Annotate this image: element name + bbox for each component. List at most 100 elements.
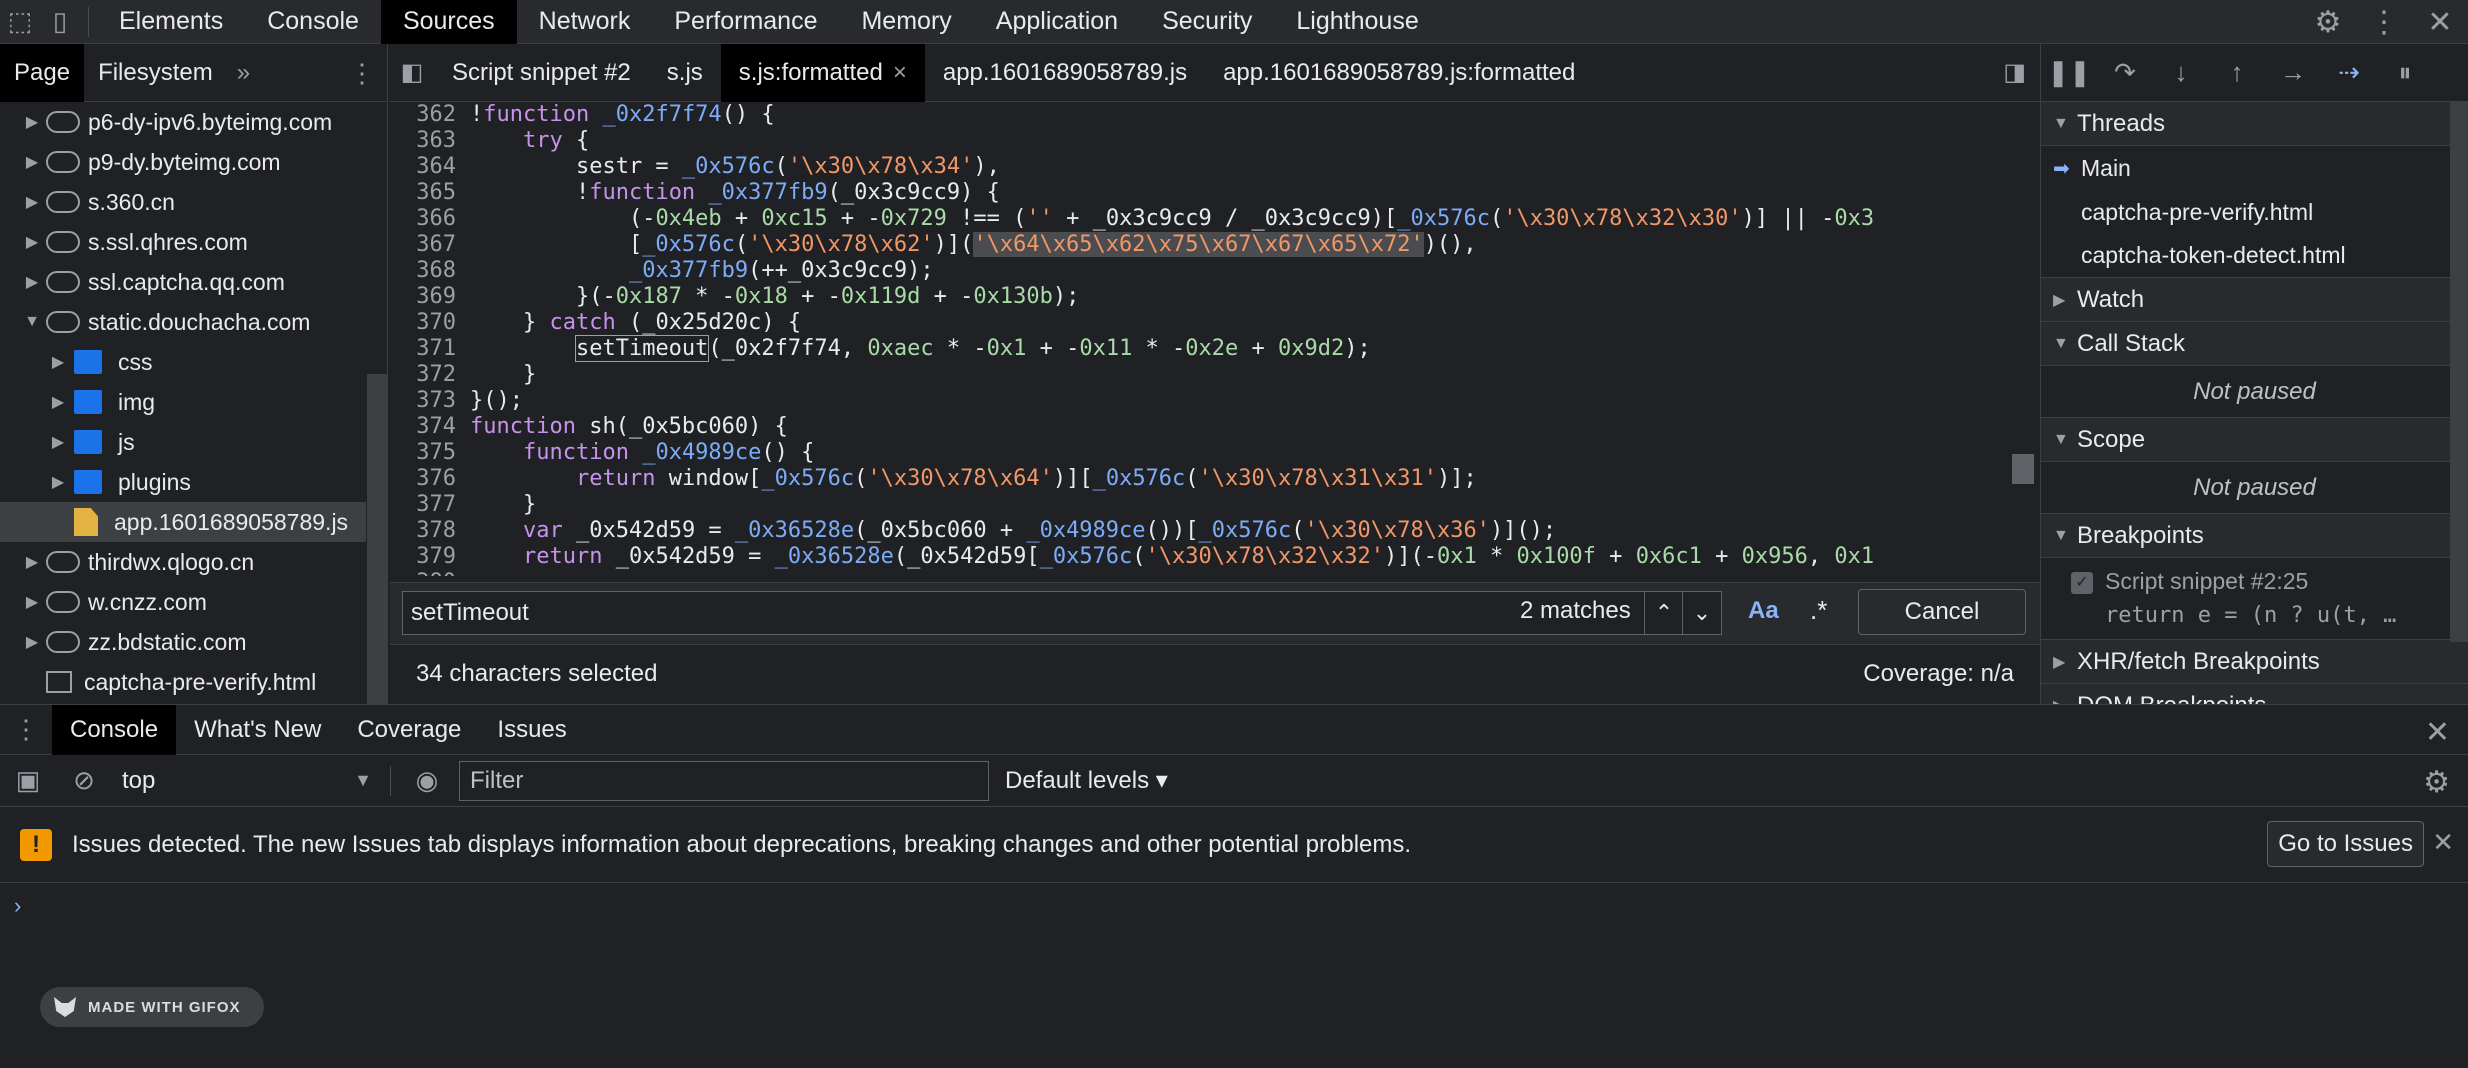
kebab-menu-icon[interactable]: ⋮ — [2356, 0, 2412, 44]
eye-icon[interactable]: ◉ — [399, 765, 455, 796]
tree-item[interactable]: ▶js — [0, 422, 366, 462]
tab-performance[interactable]: Performance — [652, 0, 839, 44]
tree-item[interactable]: ▶w.cnzz.com — [0, 582, 366, 622]
previous-match-button[interactable]: ⌃ — [1644, 591, 1684, 635]
context-select[interactable]: top▼ — [112, 761, 382, 801]
code-line[interactable]: 373}(); — [390, 388, 2010, 414]
tree-item[interactable]: ▶css — [0, 342, 366, 382]
line-number[interactable]: 379 — [390, 544, 470, 570]
line-number[interactable]: 364 — [390, 154, 470, 180]
tab-console[interactable]: Console — [52, 705, 176, 755]
match-case-toggle[interactable]: Aa — [1748, 597, 1779, 625]
editor-tab[interactable]: app.1601689058789.js — [925, 44, 1205, 102]
call-stack-section[interactable]: ▼Call Stack — [2041, 322, 2468, 366]
line-number[interactable]: 377 — [390, 492, 470, 518]
thread-item[interactable]: captcha-pre-verify.html — [2041, 190, 2468, 234]
code-line[interactable]: 375 function _0x4989ce() { — [390, 440, 2010, 466]
filter-input[interactable] — [459, 761, 989, 801]
close-icon[interactable]: ✕ — [2412, 0, 2468, 44]
console-prompt[interactable]: › — [0, 883, 2468, 929]
editor-tab[interactable]: app.1601689058789.js:formatted — [1205, 44, 1593, 102]
inspect-element-icon[interactable]: ⬚ — [0, 0, 40, 44]
code-line[interactable]: 372 } — [390, 362, 2010, 388]
tree-item[interactable]: ▶ssl.captcha.qq.com — [0, 262, 366, 302]
tree-item[interactable]: ▶thirdwx.qlogo.cn — [0, 542, 366, 582]
debugger-scrollbar[interactable] — [2450, 102, 2468, 642]
tab-lighthouse[interactable]: Lighthouse — [1274, 0, 1440, 44]
code-line[interactable]: 379 return _0x542d59 = _0x36528e(_0x542d… — [390, 544, 2010, 570]
xhr-breakpoints-section[interactable]: ▶XHR/fetch Breakpoints — [2041, 640, 2468, 684]
log-levels-dropdown[interactable]: Default levels ▾ — [1005, 766, 1168, 795]
close-icon[interactable]: ✕ — [2432, 827, 2454, 858]
line-number[interactable]: 375 — [390, 440, 470, 466]
kebab-menu-icon[interactable]: ⋮ — [0, 714, 52, 745]
code-line[interactable]: 378 var _0x542d59 = _0x36528e(_0x5bc060 … — [390, 518, 2010, 544]
go-to-issues-button[interactable]: Go to Issues — [2267, 821, 2424, 867]
sidebar-toggle-icon[interactable]: ▣ — [0, 765, 56, 796]
tree-item[interactable]: ▶img — [0, 382, 366, 422]
tab-sources[interactable]: Sources — [381, 0, 517, 44]
tree-item[interactable]: ▶s.ssl.qhres.com — [0, 222, 366, 262]
gear-icon[interactable]: ⚙ — [2300, 0, 2356, 44]
tab-elements[interactable]: Elements — [97, 0, 245, 44]
code-line[interactable]: 380 — [390, 570, 2010, 576]
device-toolbar-icon[interactable]: ▯ — [40, 0, 80, 44]
code-line[interactable]: 371 setTimeout(_0x2f7f74, 0xaec * -0x1 +… — [390, 336, 2010, 362]
code-line[interactable]: 370 } catch (_0x25d20c) { — [390, 310, 2010, 336]
breakpoint-item[interactable]: ✓Script snippet #2:25 return e = (n ? u(… — [2041, 558, 2468, 640]
line-number[interactable]: 362 — [390, 102, 470, 128]
line-number[interactable]: 369 — [390, 284, 470, 310]
tree-item[interactable]: app.1601689058789.js — [0, 502, 366, 542]
thread-item[interactable]: captcha-token-detect.html — [2041, 234, 2468, 278]
tree-scrollbar[interactable] — [367, 374, 387, 714]
code-line[interactable]: 376 return window[_0x576c('\x30\x78\x64'… — [390, 466, 2010, 492]
line-number[interactable]: 371 — [390, 336, 470, 362]
threads-section[interactable]: ▼Threads — [2041, 102, 2468, 146]
breakpoints-section[interactable]: ▼Breakpoints — [2041, 514, 2468, 558]
code-line[interactable]: 374function sh(_0x5bc060) { — [390, 414, 2010, 440]
toggle-debugger-icon[interactable]: ◨ — [2003, 58, 2026, 87]
line-number[interactable]: 372 — [390, 362, 470, 388]
breakpoint-checkbox[interactable]: ✓ — [2071, 572, 2093, 594]
step-over-icon[interactable]: ↷ — [2097, 57, 2153, 88]
tab-console[interactable]: Console — [245, 0, 381, 44]
pause-on-exceptions-icon[interactable]: ⏸ — [2377, 57, 2433, 89]
tab-security[interactable]: Security — [1140, 0, 1274, 44]
tab-page[interactable]: Page — [0, 44, 84, 102]
close-tab-icon[interactable]: × — [893, 59, 907, 87]
line-number[interactable]: 374 — [390, 414, 470, 440]
tab-coverage[interactable]: Coverage — [339, 705, 479, 755]
pause-icon[interactable]: ❚❚ — [2041, 57, 2097, 88]
line-number[interactable]: 370 — [390, 310, 470, 336]
next-match-button[interactable]: ⌄ — [1682, 591, 1722, 635]
editor-tab[interactable]: s.js — [649, 44, 721, 102]
thread-main[interactable]: ➡Main — [2041, 146, 2468, 190]
line-number[interactable]: 367 — [390, 232, 470, 258]
step-icon[interactable]: → — [2265, 57, 2321, 88]
tree-item[interactable]: ▶s.360.cn — [0, 182, 366, 222]
code-line[interactable]: 366 (-0x4eb + 0xc15 + -0x729 !== ('' + _… — [390, 206, 2010, 232]
clear-console-icon[interactable]: ⊘ — [56, 765, 112, 796]
search-input[interactable]: setTimeout — [402, 591, 1652, 635]
tree-item[interactable]: ▶p9-dy.byteimg.com — [0, 142, 366, 182]
code-area[interactable]: 362!function _0x2f7f74() {363 try {364 s… — [390, 102, 2010, 576]
deactivate-breakpoints-icon[interactable]: ⇢ — [2321, 57, 2377, 88]
line-number[interactable]: 378 — [390, 518, 470, 544]
code-line[interactable]: 363 try { — [390, 128, 2010, 154]
code-line[interactable]: 362!function _0x2f7f74() { — [390, 102, 2010, 128]
line-number[interactable]: 373 — [390, 388, 470, 414]
close-icon[interactable]: ✕ — [2425, 715, 2450, 750]
line-number[interactable]: 380 — [390, 570, 470, 576]
code-line[interactable]: 369 }(-0x187 * -0x18 + -0x119d + -0x130b… — [390, 284, 2010, 310]
code-line[interactable]: 367 [_0x576c('\x30\x78\x62')]('\x64\x65\… — [390, 232, 2010, 258]
tab-application[interactable]: Application — [974, 0, 1140, 44]
code-line[interactable]: 364 sestr = _0x576c('\x30\x78\x34'), — [390, 154, 2010, 180]
dom-breakpoints-section[interactable]: ▶DOM Breakpoints — [2041, 684, 2468, 704]
line-number[interactable]: 376 — [390, 466, 470, 492]
tree-item[interactable]: captcha-pre-verify.html — [0, 662, 366, 702]
line-number[interactable]: 368 — [390, 258, 470, 284]
step-out-icon[interactable]: ↑ — [2209, 57, 2265, 88]
line-number[interactable]: 366 — [390, 206, 470, 232]
regex-toggle[interactable]: .* — [1810, 595, 1827, 626]
gear-icon[interactable]: ⚙ — [2423, 765, 2450, 800]
